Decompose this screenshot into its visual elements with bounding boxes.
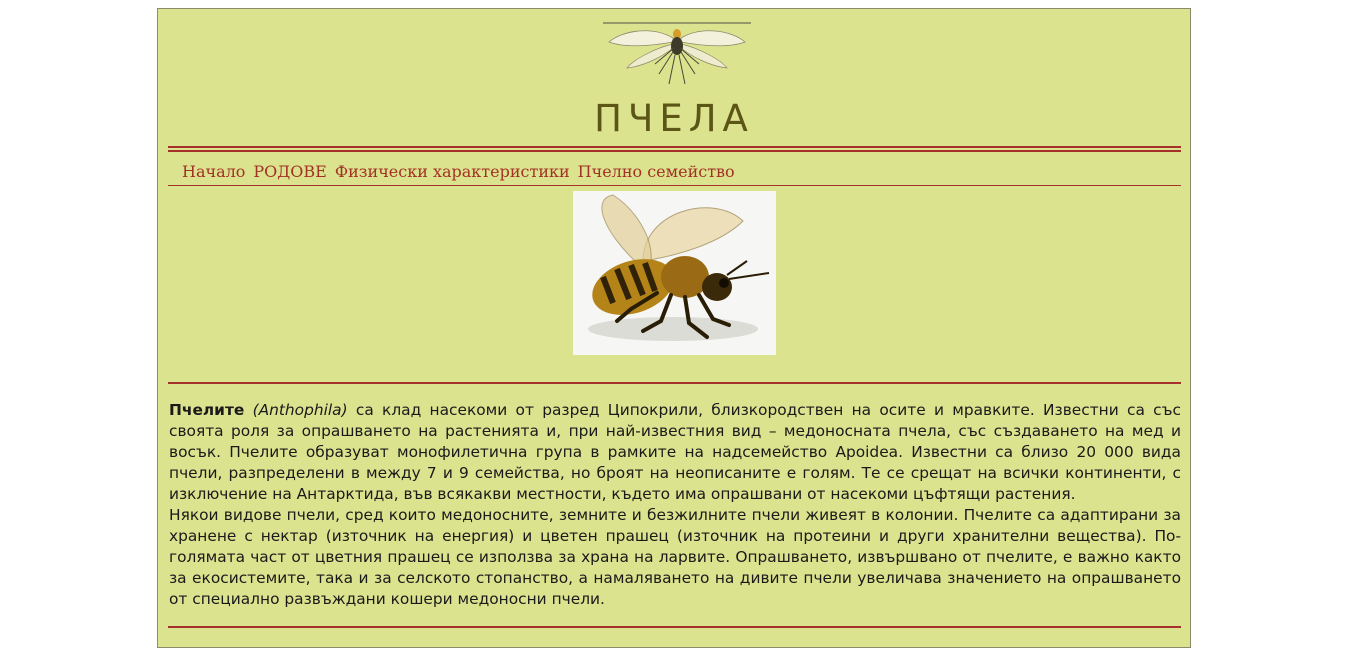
header-divider-bottom <box>168 150 1181 152</box>
honey-bee-photo <box>573 191 776 355</box>
intro-latin-name: (Anthophila) <box>252 401 348 419</box>
site-title: ПЧЕЛА <box>594 97 754 140</box>
footer-divider <box>168 626 1181 628</box>
colony-paragraph: Някои видове пчели, сред които медоносни… <box>169 506 1181 608</box>
main-nav: Начало РОДОВЕ Физически характеристики П… <box>182 162 735 181</box>
nav-item-home[interactable]: Начало <box>182 162 245 181</box>
nav-item-genera[interactable]: РОДОВЕ <box>253 162 326 181</box>
nav-divider <box>168 185 1181 186</box>
article-text: Пчелите (Anthophila) са клад насекоми от… <box>169 400 1181 610</box>
nav-item-physical-characteristics[interactable]: Физически характеристики <box>335 162 570 181</box>
header-divider-top <box>168 146 1181 148</box>
intro-paragraph: Пчелите (Anthophila) са клад насекоми от… <box>169 400 1181 505</box>
content-divider <box>168 382 1181 384</box>
winged-insect-icon <box>603 22 751 85</box>
page-container: ПЧЕЛА Начало РОДОВЕ Физически характерис… <box>157 8 1191 648</box>
nav-item-bee-colony[interactable]: Пчелно семейство <box>578 162 735 181</box>
intro-term: Пчелите <box>169 401 245 419</box>
